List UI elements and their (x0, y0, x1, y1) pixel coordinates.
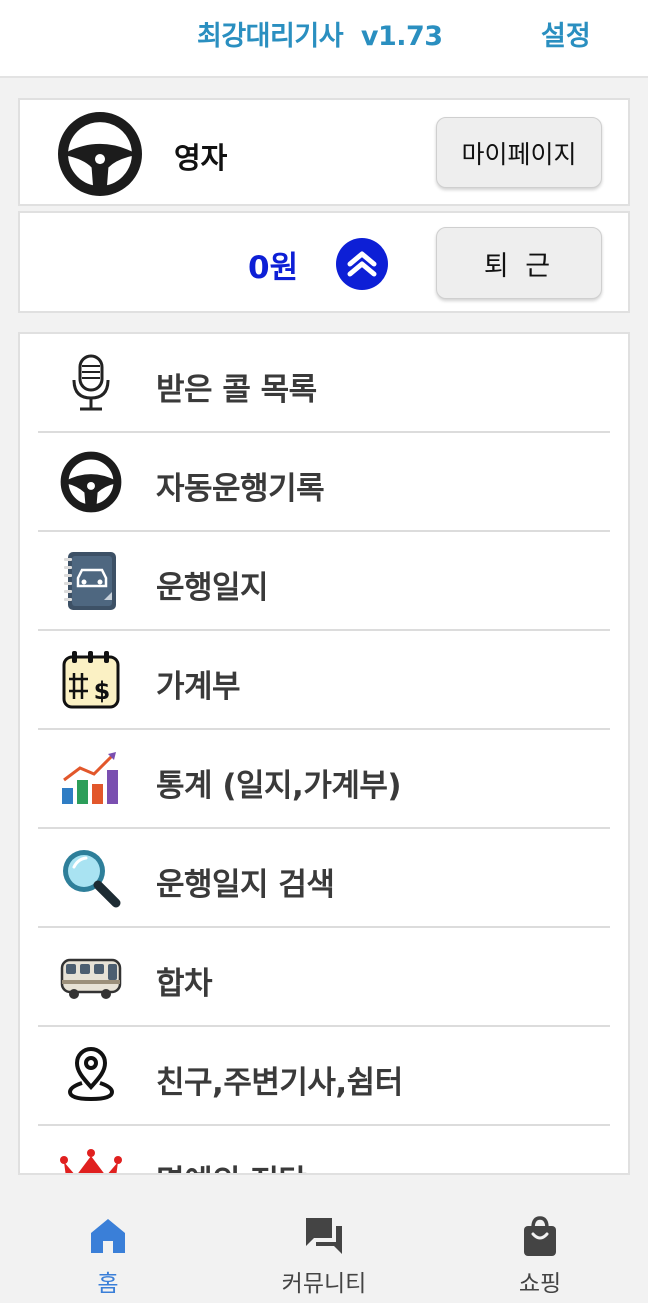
bus-icon (60, 958, 122, 999)
menu-item-label: 받은 콜 목록 (156, 372, 317, 408)
app-title: 최강대리기사 v1.73 (197, 21, 443, 52)
home-icon (91, 1219, 125, 1253)
location-pin-icon (67, 1047, 115, 1102)
menu-list: 받은 콜 목록 자동운행기록 운행일지 $ 가계부 통계 (일지,가계부) 운행… (18, 332, 630, 1175)
shopping-bag-icon (524, 1216, 556, 1256)
nav-label-community: 커뮤니티 (281, 1271, 367, 1297)
bottom-nav: 홈 커뮤니티 쇼핑 (0, 1178, 648, 1303)
car-notebook-icon (64, 552, 116, 610)
svg-text:$: $ (94, 677, 111, 705)
menu-item-statistics[interactable]: 통계 (일지,가계부) (38, 730, 610, 829)
menu-item-label: 가계부 (156, 669, 241, 705)
crown-icon (60, 1149, 122, 1173)
nav-tab-community[interactable]: 커뮤니티 (216, 1178, 432, 1303)
mypage-button[interactable]: 마이페이지 (436, 117, 602, 188)
nav-label-home: 홈 (97, 1271, 119, 1297)
nav-tab-shopping[interactable]: 쇼핑 (432, 1178, 648, 1303)
nav-tab-home[interactable]: 홈 (0, 1178, 216, 1303)
menu-item-auto-driving-log[interactable]: 자동운행기록 (38, 433, 610, 532)
microphone-icon (72, 354, 110, 411)
menu-item-friends-nearby[interactable]: 친구,주변기사,쉼터 (38, 1027, 610, 1126)
menu-item-received-calls[interactable]: 받은 콜 목록 (38, 334, 610, 433)
offwork-button[interactable]: 퇴 근 (436, 227, 602, 299)
menu-item-label: 운행일지 (156, 570, 269, 606)
menu-item-label: 친구,주변기사,쉼터 (156, 1065, 403, 1101)
bar-chart-icon (62, 752, 118, 804)
menu-item-carpool[interactable]: 합차 (38, 928, 610, 1027)
earnings-card: 0원 퇴 근 (18, 211, 630, 313)
menu-item-label: 자동운행기록 (156, 471, 325, 507)
top-bar: 최강대리기사 v1.73 설정 (0, 0, 648, 78)
magnifier-icon (63, 850, 121, 908)
steering-wheel-icon (60, 451, 122, 513)
nav-label-shopping: 쇼핑 (518, 1271, 562, 1297)
double-chevron-up-icon[interactable] (335, 237, 389, 291)
earnings-amount: 0원 (248, 250, 299, 286)
calendar-dollar-icon: $ (62, 651, 120, 709)
menu-item-label: 명예의 전당 (156, 1156, 307, 1173)
chat-bubbles-icon (306, 1218, 342, 1254)
menu-item-hall-of-fame[interactable]: 명예의 전당 (38, 1126, 610, 1173)
menu-item-label: 운행일지 검색 (156, 867, 335, 903)
driver-name: 영자 (174, 141, 228, 175)
profile-card: 영자 마이페이지 (18, 98, 630, 206)
menu-item-household-ledger[interactable]: $ 가계부 (38, 631, 610, 730)
menu-item-driving-journal[interactable]: 운행일지 (38, 532, 610, 631)
menu-item-label: 합차 (156, 966, 213, 1002)
settings-button[interactable]: 설정 (541, 14, 591, 53)
menu-item-label: 통계 (일지,가계부) (156, 768, 402, 804)
menu-item-journal-search[interactable]: 운행일지 검색 (38, 829, 610, 928)
steering-wheel-icon (58, 112, 142, 196)
